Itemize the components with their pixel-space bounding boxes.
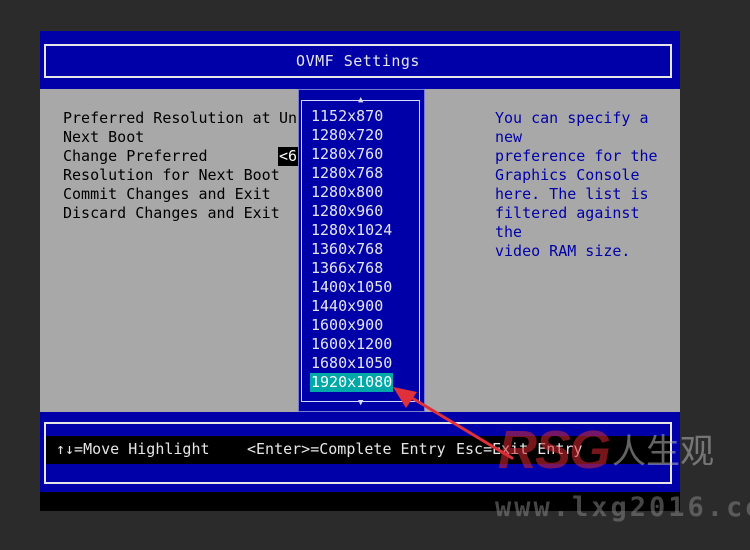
resolution-option[interactable]: 1680x1050	[311, 354, 392, 373]
scroll-down-icon[interactable]: ▼	[358, 399, 363, 408]
page-title: OVMF Settings	[296, 52, 420, 70]
menu-item-commit-changes[interactable]: Commit Changes and Exit	[63, 185, 271, 204]
resolution-option[interactable]: 1600x900	[311, 316, 383, 335]
hint-complete-entry: <Enter>=Complete Entry	[247, 440, 446, 458]
watermark-url: www.lxg2016.com	[495, 492, 750, 523]
resolution-option[interactable]: 1280x760	[311, 145, 383, 164]
resolution-option-selected[interactable]: 1920x1080	[310, 373, 394, 392]
resolution-option[interactable]: 1400x1050	[311, 278, 392, 297]
header-band: OVMF Settings	[40, 31, 680, 89]
resolution-option[interactable]: 1152x870	[311, 107, 383, 126]
menu-item-change-preferred-line1[interactable]: Change Preferred	[63, 147, 208, 166]
resolution-option[interactable]: 1440x900	[311, 297, 383, 316]
help-text: You can specify a new preference for the…	[495, 109, 658, 260]
resolution-popup[interactable]: ▲ 1152x870 1280x720 1280x760 1280x768 1280x8…	[298, 89, 425, 412]
resolution-option[interactable]: 1280x960	[311, 202, 383, 221]
resolution-option[interactable]: 1280x720	[311, 126, 383, 145]
resolution-option[interactable]: 1600x1200	[311, 335, 392, 354]
resolution-option[interactable]: 1366x768	[311, 259, 383, 278]
resolution-option[interactable]: 1360x768	[311, 240, 383, 259]
resolution-option[interactable]: 1280x1024	[311, 221, 392, 240]
watermark-logo: RSG	[498, 420, 611, 480]
hint-move-highlight: ↑↓=Move Highlight	[56, 440, 210, 458]
scroll-up-icon[interactable]: ▲	[358, 96, 363, 105]
menu-item-preferred-resolution-line1[interactable]: Preferred Resolution at	[63, 109, 271, 128]
change-preferred-value[interactable]: <6	[278, 147, 299, 166]
preferred-resolution-value: Un	[279, 109, 298, 127]
menu-item-discard-changes[interactable]: Discard Changes and Exit	[63, 204, 280, 223]
watermark-chinese: 人生观	[612, 432, 714, 472]
resolution-option[interactable]: 1280x768	[311, 164, 383, 183]
resolution-option[interactable]: 1280x800	[311, 183, 383, 202]
menu-item-change-preferred-line2[interactable]: Resolution for Next Boot	[63, 166, 280, 185]
menu-item-preferred-resolution-line2[interactable]: Next Boot	[63, 128, 144, 147]
header-frame: OVMF Settings	[44, 44, 672, 78]
